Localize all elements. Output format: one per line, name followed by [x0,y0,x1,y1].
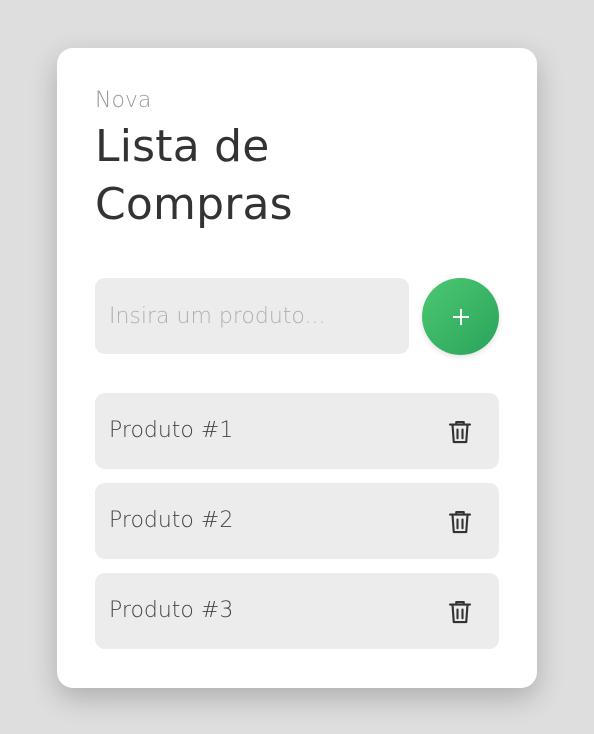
subtitle: Nova [95,88,152,113]
delete-button[interactable] [445,597,475,627]
shopping-list-card: Nova Lista de Compras Produto #1 Produto… [57,48,537,688]
add-button[interactable] [422,278,499,355]
list-item: Produto #3 [95,573,499,649]
trash-icon [448,420,472,444]
delete-button[interactable] [445,417,475,447]
product-list: Produto #1 Produto #2 Produto #3 [95,393,499,663]
trash-icon [448,600,472,624]
add-product-form [95,278,499,355]
list-item: Produto #2 [95,483,499,559]
item-label: Produto #1 [109,418,234,443]
page-title: Lista de Compras [95,121,293,230]
item-label: Produto #3 [109,598,234,623]
list-item: Produto #1 [95,393,499,469]
product-input[interactable] [95,278,409,354]
plus-icon [452,308,469,325]
item-label: Produto #2 [109,508,234,533]
trash-icon [448,510,472,534]
delete-button[interactable] [445,507,475,537]
